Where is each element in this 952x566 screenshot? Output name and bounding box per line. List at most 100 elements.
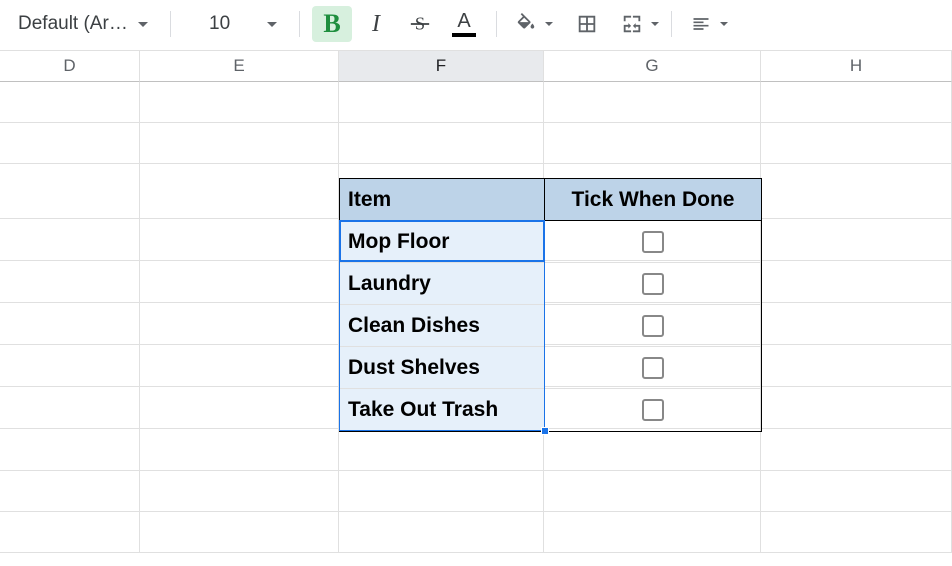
column-header-d[interactable]: D [0,50,140,82]
dropdown-icon [267,22,277,27]
grid-row [0,471,952,512]
checkbox-cell[interactable] [545,221,761,263]
grid-row [0,429,952,471]
cell[interactable] [544,82,761,123]
cell[interactable] [761,429,952,471]
fill-handle[interactable] [541,427,549,435]
cell[interactable] [140,471,339,512]
table-header-done[interactable]: Tick When Done [545,179,761,221]
cell[interactable] [140,219,339,261]
cell[interactable] [761,261,952,303]
cell[interactable] [140,82,339,123]
font-size-selector[interactable]: 10 [199,6,287,42]
todo-table: Item Tick When Done Mop Floor Laundry Cl… [339,178,762,432]
strikethrough-icon: S [409,13,431,35]
column-header-g[interactable]: G [544,50,761,82]
item-cell[interactable]: Dust Shelves [340,347,545,389]
merge-icon [621,13,643,35]
cell[interactable] [0,82,140,123]
font-name-label: Default (Ari... [18,13,128,35]
cell[interactable] [0,512,140,553]
cell[interactable] [339,123,544,164]
cell[interactable] [761,303,952,345]
cell[interactable] [761,512,952,553]
checkbox[interactable] [642,231,664,253]
cell[interactable] [761,219,952,261]
font-selector[interactable]: Default (Ari... [8,6,158,42]
cell[interactable] [761,123,952,164]
column-headers: D E F G H [0,50,952,82]
dropdown-icon [138,22,148,27]
cell[interactable] [339,429,544,471]
table-header-row: Item Tick When Done [340,179,761,221]
column-header-e[interactable]: E [140,50,339,82]
fill-color-button[interactable] [509,6,543,42]
cell[interactable] [761,164,952,219]
cell[interactable] [0,429,140,471]
toolbar: Default (Ari... 10 B I S A [0,0,952,48]
cell[interactable] [544,429,761,471]
column-header-h[interactable]: H [761,50,952,82]
cell[interactable] [140,429,339,471]
cell[interactable] [140,387,339,429]
dropdown-icon[interactable] [720,22,728,26]
font-size-label: 10 [209,13,230,35]
cell[interactable] [140,164,339,219]
item-cell[interactable]: Take Out Trash [340,389,545,431]
cell[interactable] [761,345,952,387]
cell[interactable] [0,387,140,429]
cell[interactable] [0,471,140,512]
checkbox-cell[interactable] [545,389,761,431]
strikethrough-button[interactable]: S [400,6,440,42]
column-header-f[interactable]: F [339,50,544,82]
cell[interactable] [140,303,339,345]
item-cell[interactable]: Mop Floor [340,221,545,263]
table-row: Clean Dishes [340,305,761,347]
grid-row [0,82,952,123]
checkbox[interactable] [642,357,664,379]
cell[interactable] [140,123,339,164]
cell[interactable] [339,512,544,553]
toolbar-separator [496,11,497,37]
cell[interactable] [339,471,544,512]
bold-button[interactable]: B [312,6,352,42]
checkbox[interactable] [642,399,664,421]
checkbox[interactable] [642,273,664,295]
checkbox-cell[interactable] [545,305,761,347]
table-header-item[interactable]: Item [340,179,545,221]
checkbox[interactable] [642,315,664,337]
cell[interactable] [140,261,339,303]
cell[interactable] [140,512,339,553]
cell[interactable] [0,345,140,387]
text-color-bar-icon [452,33,476,37]
cell[interactable] [544,512,761,553]
toolbar-separator [170,11,171,37]
cell[interactable] [0,164,140,219]
text-color-button[interactable]: A [444,6,484,42]
cell[interactable] [0,303,140,345]
item-cell[interactable]: Clean Dishes [340,305,545,347]
dropdown-icon[interactable] [651,22,659,26]
dropdown-icon[interactable] [545,22,553,26]
borders-button[interactable] [567,6,607,42]
cell[interactable] [761,471,952,512]
cell[interactable] [761,387,952,429]
checkbox-cell[interactable] [545,263,761,305]
cell[interactable] [140,345,339,387]
checkbox-cell[interactable] [545,347,761,389]
cell[interactable] [0,261,140,303]
italic-button[interactable]: I [356,6,396,42]
cell[interactable] [0,123,140,164]
horizontal-align-button[interactable] [684,6,718,42]
table-row: Dust Shelves [340,347,761,389]
cell[interactable] [0,219,140,261]
merge-cells-button[interactable] [615,6,649,42]
cell[interactable] [761,82,952,123]
table-row: Laundry [340,263,761,305]
toolbar-separator [671,11,672,37]
cell[interactable] [339,82,544,123]
cell[interactable] [544,471,761,512]
cell[interactable] [544,123,761,164]
toolbar-separator [299,11,300,37]
item-cell[interactable]: Laundry [340,263,545,305]
